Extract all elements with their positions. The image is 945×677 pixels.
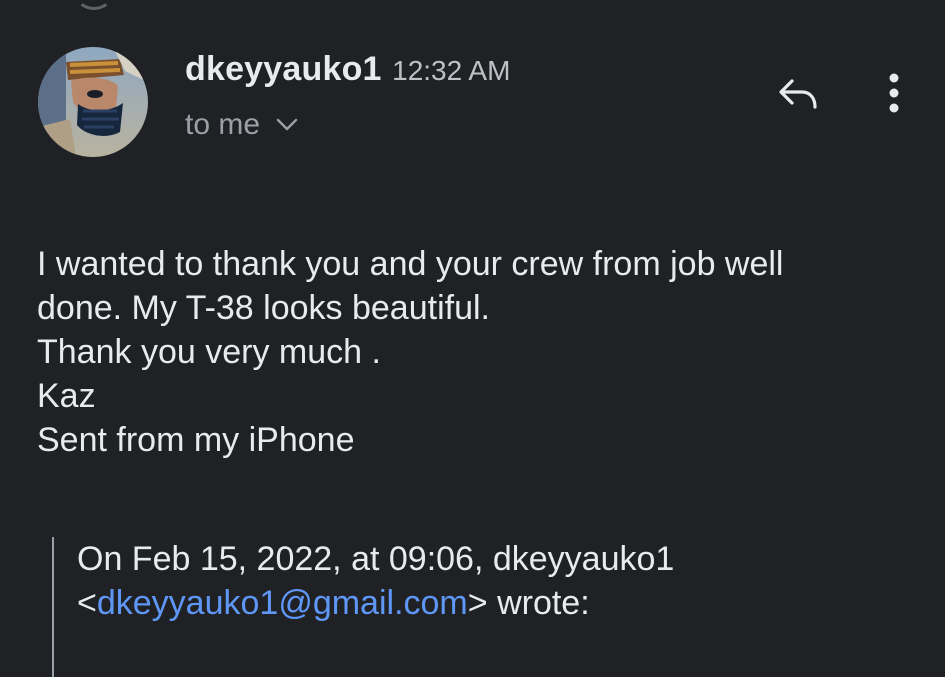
- quote-email-line: <dkeyyauko1@gmail.com> wrote:: [77, 581, 917, 625]
- chevron-down-icon: [276, 118, 298, 131]
- message-line: I wanted to thank you and your crew from…: [37, 245, 784, 283]
- quote-header: On Feb 15, 2022, at 09:06, dkeyyauko1 <d…: [77, 537, 917, 625]
- sender-avatar[interactable]: [38, 47, 148, 157]
- recipient-label: to me: [185, 108, 261, 141]
- quote-wrote-text: > wrote:: [467, 584, 590, 622]
- quote-attribution-line: On Feb 15, 2022, at 09:06, dkeyyauko1: [77, 540, 675, 578]
- message-line: Kaz: [37, 377, 96, 415]
- message-line: Sent from my iPhone: [37, 421, 355, 459]
- quoted-message: On Feb 15, 2022, at 09:06, dkeyyauko1 <d…: [52, 537, 924, 677]
- sent-time: 12:32 AM: [392, 55, 511, 86]
- recipient-toggle[interactable]: to me: [185, 108, 298, 142]
- sender-name[interactable]: dkeyyauko1: [185, 50, 382, 88]
- avatar-image: [38, 47, 148, 157]
- more-options-button[interactable]: [878, 68, 910, 118]
- quoted-email-link[interactable]: dkeyyauko1@gmail.com: [97, 584, 468, 622]
- reply-icon: [779, 79, 817, 109]
- message-header: dkeyyauko1 12:32 AM to me: [0, 0, 945, 180]
- message-body: I wanted to thank you and your crew from…: [37, 242, 917, 462]
- reply-button[interactable]: [772, 72, 824, 116]
- quote-open-bracket: <: [77, 584, 97, 622]
- message-line: Thank you very much .: [37, 333, 381, 371]
- more-vert-icon: [889, 73, 899, 113]
- message-line: done. My T-38 looks beautiful.: [37, 289, 490, 327]
- sender-line: dkeyyauko1 12:32 AM: [185, 50, 510, 89]
